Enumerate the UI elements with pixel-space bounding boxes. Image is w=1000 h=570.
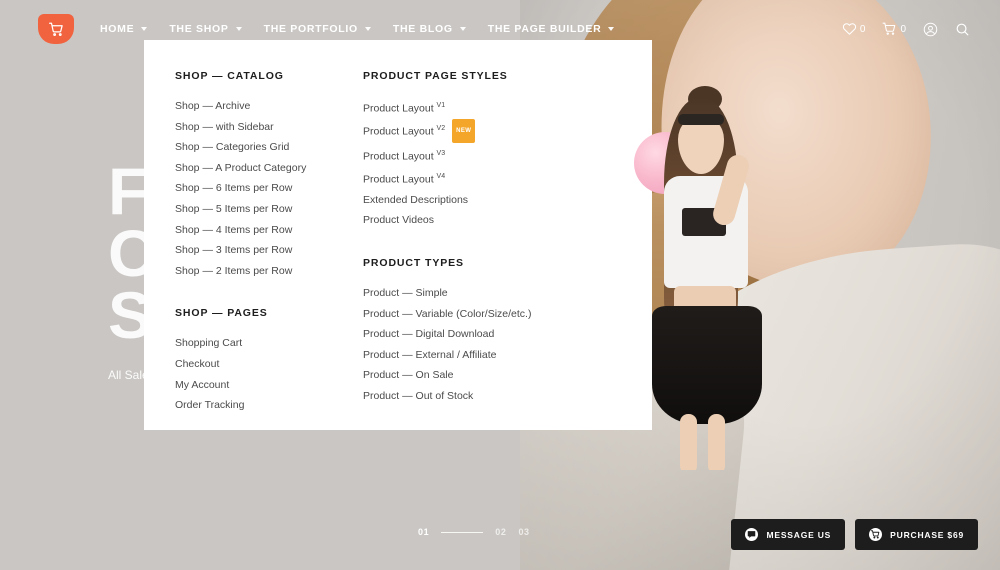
mega-menu-link-version: V2 — [436, 125, 446, 133]
mega-menu-link[interactable]: Shop — Archive — [175, 96, 345, 117]
chevron-down-icon — [364, 27, 371, 31]
top-navigation-bar: HOME THE SHOP THE PORTFOLIO THE BLOG THE PAG… — [0, 0, 1000, 58]
mega-menu-link[interactable]: Product — Variable (Color/Size/etc.) — [363, 304, 548, 325]
shopping-cart-icon — [48, 22, 65, 37]
mega-menu-link[interactable]: Checkout — [175, 354, 345, 375]
mega-menu-link[interactable]: Order Tracking — [175, 395, 345, 416]
chevron-down-icon — [141, 27, 148, 31]
mega-menu-link[interactable]: Shop — with Sidebar — [175, 117, 345, 138]
chevron-down-icon — [235, 27, 242, 31]
mega-menu-link[interactable]: Product Layout V4 — [363, 167, 548, 190]
slider-progress-bar — [441, 531, 484, 533]
cart-icon — [869, 528, 883, 541]
chevron-down-icon — [459, 27, 466, 31]
cart-count: 0 — [900, 23, 906, 35]
hero-subtitle: All Sale — [108, 368, 149, 382]
mega-menu-link[interactable]: Product Layout V1 — [363, 96, 548, 119]
mega-menu-link[interactable]: My Account — [175, 375, 345, 396]
nav-item-the-page-builder[interactable]: THE PAGE BUILDER — [488, 23, 637, 35]
nav-item-the-shop[interactable]: THE SHOP — [169, 23, 263, 35]
account-button[interactable] — [923, 22, 938, 37]
heart-icon — [842, 22, 857, 36]
mega-menu-link[interactable]: Shop — 5 Items per Row — [175, 199, 345, 220]
mega-menu-link[interactable]: Shop — 4 Items per Row — [175, 220, 345, 241]
nav-item-label: THE PORTFOLIO — [263, 23, 358, 35]
mega-menu-link[interactable]: Product Videos — [363, 210, 548, 231]
purchase-button[interactable]: PURCHASE $69 — [855, 519, 978, 550]
mega-menu-list-shop-pages: Shop​ping Cart Checkout My Account Order Tr… — [175, 333, 345, 415]
nav-item-label: THE SHOP — [169, 23, 229, 35]
cart-button[interactable]: 0 — [882, 22, 906, 36]
nav-item-label: HOME — [100, 23, 135, 35]
wishlist-count: 0 — [859, 23, 866, 35]
search-icon — [955, 22, 970, 37]
mega-menu-link[interactable]: Extended Descriptions — [363, 190, 548, 211]
mega-menu-link[interactable]: Shop — 3 Items per Row — [175, 240, 345, 261]
mega-menu-link-version: V3 — [436, 149, 446, 157]
mega-menu-panel: SHOP — CATALOG Shop — Archive Shop — with… — [144, 40, 762, 470]
mega-menu-link[interactable]: Product Layout V2 NEW — [363, 119, 548, 144]
main-navigation: HOME THE SHOP THE PORTFOLIO THE BLOG THE PAG… — [100, 0, 636, 58]
purchase-label: PURCHASE $69 — [890, 529, 964, 540]
nav-item-home[interactable]: HOME — [100, 23, 169, 35]
mega-menu-link[interactable]: Product — External / Affiliate — [363, 345, 548, 366]
model-right-leg-shape — [708, 414, 725, 470]
model-skirt-shape — [652, 306, 762, 424]
mega-menu-link[interactable]: Product Layout V3 — [363, 144, 548, 167]
user-icon — [923, 22, 938, 37]
message-us-button[interactable]: MESSAGE US — [731, 519, 846, 550]
floating-action-buttons: MESSAGE US PURCHASE $69 — [731, 519, 978, 550]
new-badge: NEW — [452, 119, 476, 143]
mega-menu-link[interactable]: Shop — A Product Category — [175, 158, 345, 179]
header-utility-icons: 0 0 — [842, 0, 970, 58]
nav-item-label: THE PAGE BUILDER — [487, 23, 602, 35]
mega-menu-link[interactable]: Product — Simple — [363, 283, 548, 304]
mega-menu-link[interactable]: Product — On Sale — [363, 365, 548, 386]
mega-menu-heading-product-types: PRODUCT TYPES — [363, 256, 464, 269]
mega-menu-column-shop: SHOP — CATALOG Shop — Archive Shop — with… — [175, 70, 345, 416]
mega-menu-link[interactable]: Shop — 6 Items per Row — [175, 178, 345, 199]
model-sunglasses-shape — [678, 114, 724, 125]
cart-icon — [882, 22, 897, 36]
mega-menu-link[interactable]: Product — Out of Stock — [363, 386, 548, 407]
mega-menu-list-shop-catalog: Shop — Archive Shop — with Sidebar Shop — … — [175, 96, 345, 281]
site-logo[interactable] — [38, 14, 74, 44]
mega-menu-link-version: V1 — [436, 102, 446, 109]
mega-menu-column-product: PRODUCT PAGE STYLES Product Layout V1 Pro… — [363, 70, 548, 407]
message-us-label: MESSAGE US — [766, 529, 832, 540]
mega-menu-heading-shop-pages: SHOP — PAGES — [175, 307, 268, 320]
wishlist-button[interactable]: 0 — [842, 22, 866, 36]
mega-menu-link[interactable]: Shop — 2 Items per Row — [175, 261, 345, 282]
slider-pagination: 01 02 03 — [418, 527, 530, 537]
mega-menu-list-product-page-styles: Product Layout V1 Product Layout V2 NEW Pro… — [363, 96, 548, 231]
mega-menu-link[interactable]: Shop​ping Cart — [175, 333, 345, 354]
mega-menu-link[interactable]: Product — Digital Download — [363, 324, 548, 345]
nav-item-label: THE BLOG — [392, 23, 453, 35]
mega-menu-model-image — [616, 80, 806, 470]
mega-menu-link[interactable]: Shop — Categories Grid — [175, 137, 345, 158]
slider-page-02[interactable]: 02 — [495, 527, 506, 537]
page-root: Fo C Se All Sale SHOP — CATALOG Shop — A… — [0, 0, 1000, 570]
nav-item-the-blog[interactable]: THE BLOG — [393, 23, 488, 35]
mega-menu-link-version: V4 — [436, 172, 446, 180]
nav-item-the-portfolio[interactable]: THE PORTFOLIO — [264, 23, 393, 35]
chevron-down-icon — [608, 27, 615, 31]
slider-page-01[interactable]: 01 — [418, 527, 429, 537]
chat-bubble-icon — [745, 528, 759, 541]
mega-menu-list-product-types: Product — Simple Product — Variable (Colo… — [363, 283, 548, 407]
model-left-leg-shape — [680, 414, 697, 470]
slider-page-03[interactable]: 03 — [518, 527, 529, 537]
mega-menu-heading-product-page-styles: PRODUCT PAGE STYLES — [363, 70, 508, 82]
mega-menu-heading-shop-catalog: SHOP — CATALOG — [175, 70, 284, 82]
search-button[interactable] — [955, 22, 970, 37]
